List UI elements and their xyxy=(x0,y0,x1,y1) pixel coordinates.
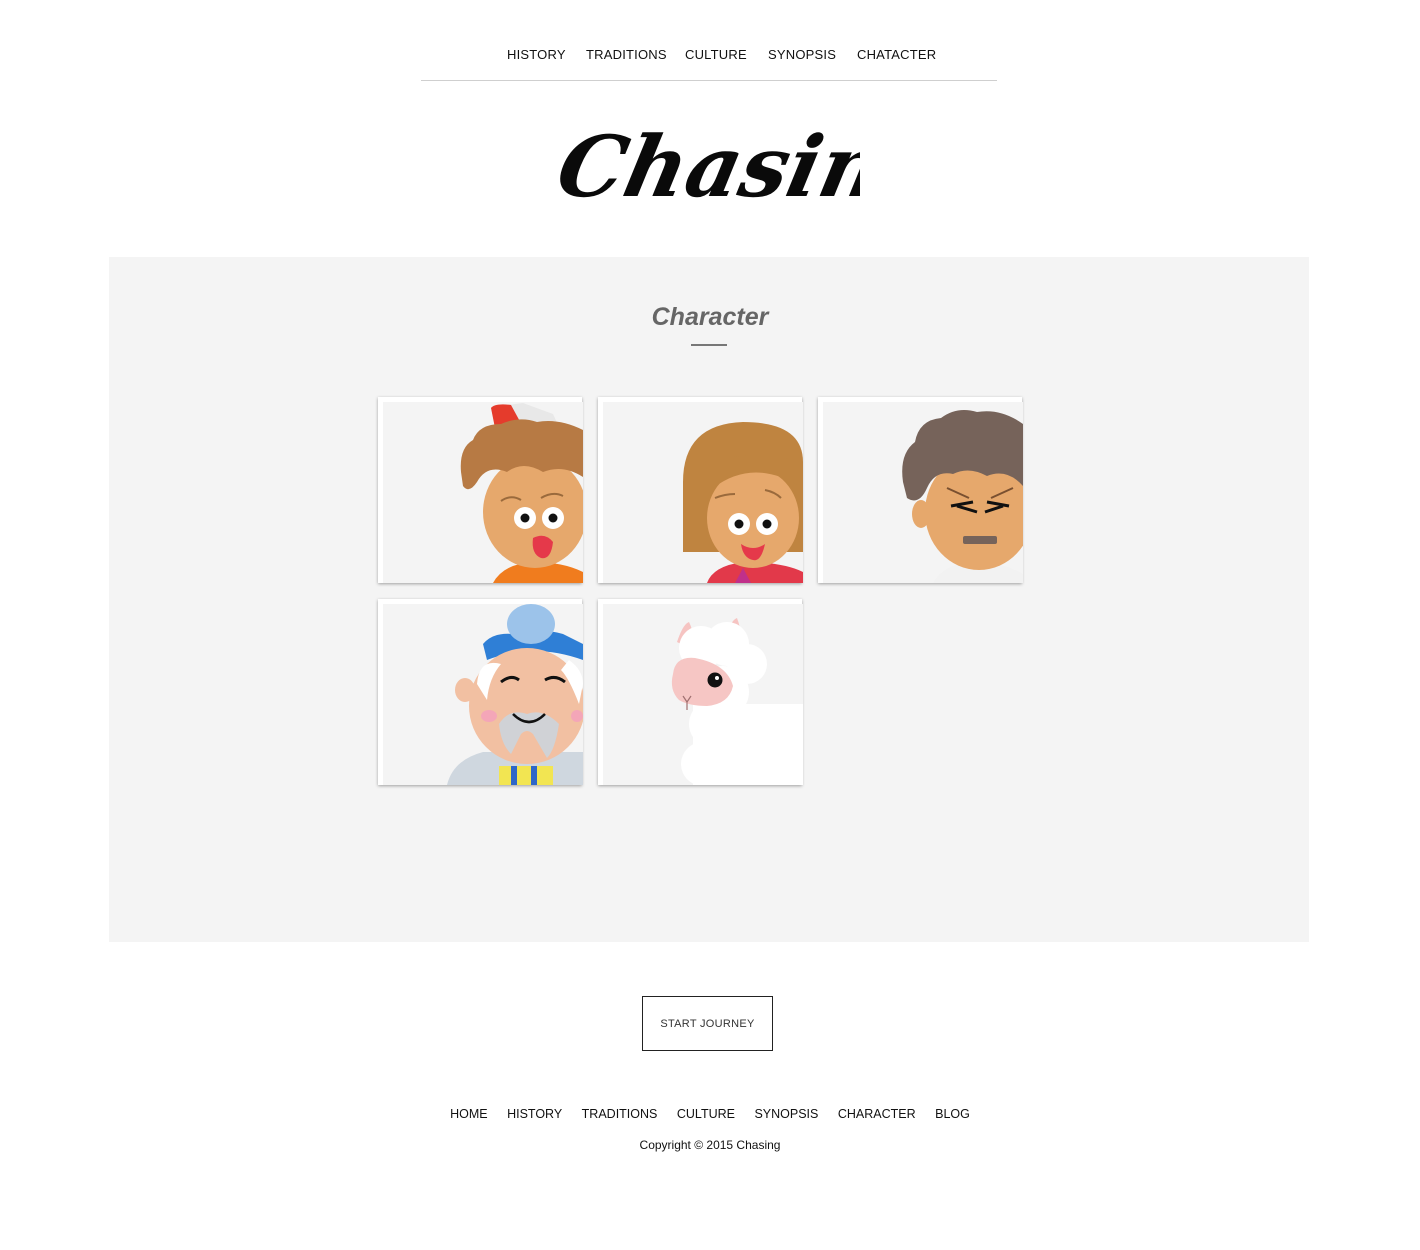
site-logo[interactable]: Chasing xyxy=(560,108,860,238)
footer-nav-blog[interactable]: BLOG xyxy=(935,1107,970,1121)
character-card-girl[interactable] xyxy=(598,397,803,583)
start-journey-button[interactable]: START JOURNEY xyxy=(642,996,773,1051)
character-card-father[interactable] xyxy=(818,397,1023,583)
footer-nav: HOME HISTORY TRADITIONS CULTURE SYNOPSIS… xyxy=(0,1107,1420,1121)
footer-nav-traditions[interactable]: TRADITIONS xyxy=(582,1107,658,1121)
nav-traditions[interactable]: TRADITIONS xyxy=(586,47,667,62)
title-divider xyxy=(691,344,727,346)
top-nav: HISTORY TRADITIONS CULTURE SYNOPSIS CHAT… xyxy=(421,0,997,81)
footer-nav-home[interactable]: HOME xyxy=(450,1107,488,1121)
nav-history[interactable]: HISTORY xyxy=(507,47,566,62)
section-title: Character xyxy=(651,303,769,331)
boy-character xyxy=(383,402,583,583)
footer-nav-history[interactable]: HISTORY xyxy=(507,1107,562,1121)
nav-culture[interactable]: CULTURE xyxy=(685,47,747,62)
footer-nav-synopsis[interactable]: SYNOPSIS xyxy=(754,1107,818,1121)
nav-character[interactable]: CHATACTER xyxy=(857,47,936,62)
character-card-boy[interactable] xyxy=(378,397,583,583)
character-card-grandfather[interactable] xyxy=(378,599,583,785)
footer-nav-culture[interactable]: CULTURE xyxy=(677,1107,735,1121)
character-card-alpaca[interactable] xyxy=(598,599,803,785)
copyright-text: Copyright © 2015 Chasing xyxy=(639,1138,781,1152)
father-character xyxy=(823,402,1023,583)
alpaca-character xyxy=(603,604,803,785)
footer-nav-character[interactable]: CHARACTER xyxy=(838,1107,916,1121)
girl-character xyxy=(603,402,803,583)
grandfather-character xyxy=(383,604,583,785)
nav-synopsis[interactable]: SYNOPSIS xyxy=(768,47,836,62)
logo-text: Chasing xyxy=(560,118,860,217)
